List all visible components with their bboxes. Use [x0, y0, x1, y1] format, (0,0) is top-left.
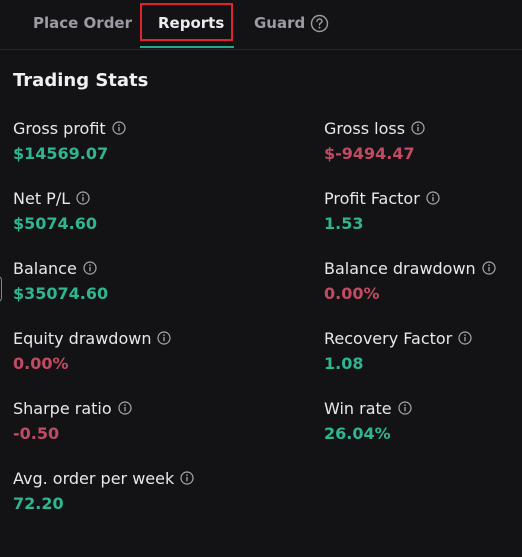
info-icon[interactable]	[76, 191, 90, 205]
info-icon[interactable]	[118, 401, 132, 415]
stat-equity-drawdown: Equity drawdown 0.00%	[13, 327, 172, 375]
info-icon[interactable]	[157, 331, 172, 345]
stat-win-rate: Win rate 26.04%	[324, 397, 412, 445]
stat-label: Equity drawdown	[13, 328, 152, 348]
info-icon[interactable]	[180, 471, 194, 485]
info-icon[interactable]	[112, 121, 126, 135]
stat-recovery-factor: Recovery Factor 1.08	[324, 327, 472, 375]
info-icon[interactable]	[411, 121, 425, 135]
stat-value: 26.04%	[324, 424, 391, 443]
info-icon[interactable]	[398, 401, 412, 415]
stat-value: $5074.60	[13, 214, 98, 233]
stat-value: 72.20	[13, 494, 64, 513]
stat-value: $14569.07	[13, 144, 109, 163]
stat-value: $-9494.47	[324, 144, 415, 163]
stat-value: $35074.60	[13, 284, 109, 303]
info-icon[interactable]	[426, 191, 440, 205]
active-tab-underline	[140, 46, 234, 48]
stat-label: Net P/L	[13, 188, 71, 208]
panel-resize-handle[interactable]	[0, 276, 2, 302]
stat-net-pl: Net P/L $5074.60	[13, 187, 97, 235]
tab-guard[interactable]: Guard	[254, 0, 329, 46]
section-title: Trading Stats	[13, 70, 149, 91]
stat-value: 0.00%	[13, 354, 69, 373]
stat-value: -0.50	[13, 424, 60, 443]
tab-reports[interactable]: Reports	[158, 0, 224, 46]
stat-balance: Balance $35074.60	[13, 257, 108, 305]
stat-profit-factor: Profit Factor 1.53	[324, 187, 440, 235]
stat-label: Gross loss	[324, 118, 406, 138]
stat-label: Balance	[13, 258, 77, 278]
stat-label: Profit Factor	[324, 188, 420, 208]
stat-value: 1.08	[324, 354, 364, 373]
tab-guard-label: Guard	[254, 14, 306, 32]
stat-label: Recovery Factor	[324, 328, 453, 348]
stat-label: Win rate	[324, 398, 392, 418]
info-icon[interactable]	[458, 331, 472, 345]
tab-place-order-label: Place Order	[33, 14, 133, 32]
stat-gross-loss: Gross loss $-9494.47	[324, 117, 425, 165]
stat-label: Balance drawdown	[324, 258, 476, 278]
question-circle-icon[interactable]	[310, 14, 329, 33]
info-icon[interactable]	[83, 261, 97, 275]
tab-reports-label: Reports	[158, 14, 225, 32]
tab-place-order[interactable]: Place Order	[33, 0, 132, 46]
stat-gross-profit: Gross profit $14569.07	[13, 117, 126, 165]
stat-balance-drawdown: Balance drawdown 0.00%	[324, 257, 496, 305]
stat-sharpe-ratio: Sharpe ratio -0.50	[13, 397, 132, 445]
stat-value: 0.00%	[324, 284, 380, 303]
stat-avg-order-per-week: Avg. order per week 72.20	[13, 467, 194, 515]
stat-label: Sharpe ratio	[13, 398, 112, 418]
stat-label: Avg. order per week	[13, 468, 175, 488]
stat-value: 1.53	[324, 214, 364, 233]
stat-label: Gross profit	[13, 118, 106, 138]
info-icon[interactable]	[482, 261, 496, 275]
tab-bar: Place Order Reports Guard	[0, 0, 522, 50]
